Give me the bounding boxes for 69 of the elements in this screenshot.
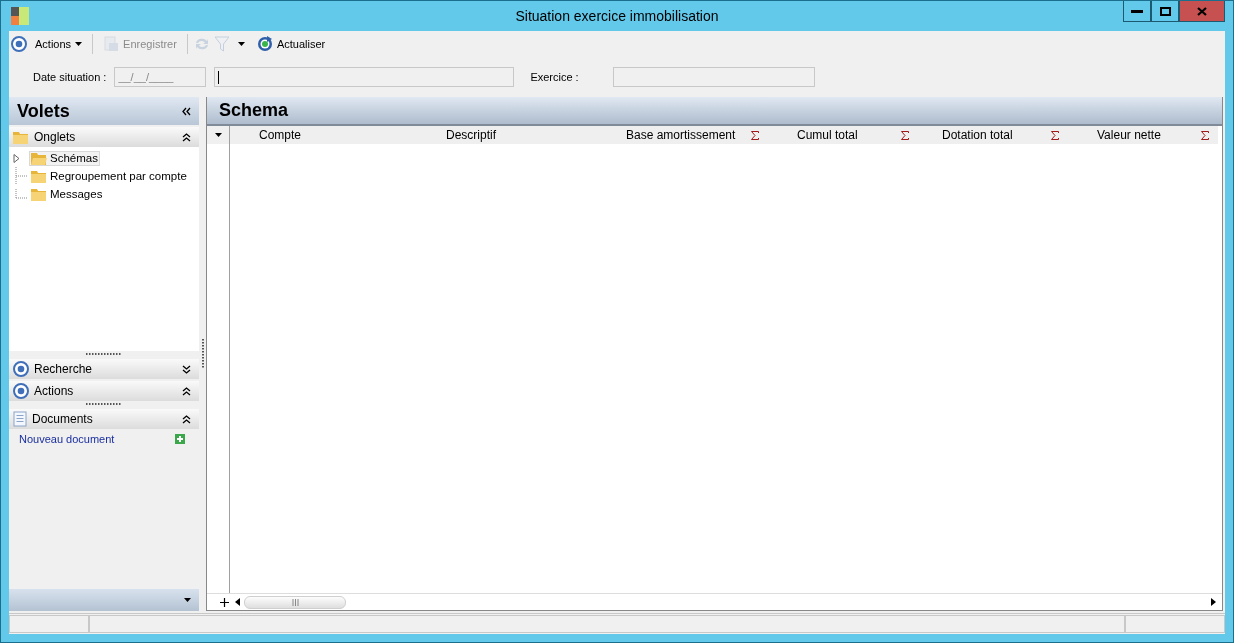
column-header[interactable]: Descriptif <box>420 126 600 144</box>
grip-icon <box>291 598 299 606</box>
collapse-icon[interactable] <box>182 106 191 116</box>
column-header[interactable]: Valeur nette <box>1065 126 1215 144</box>
column-header[interactable]: Dotation total <box>915 126 1065 144</box>
actions-menu[interactable]: Actions <box>31 36 87 52</box>
panel-header[interactable]: Recherche <box>9 359 199 379</box>
caret-icon <box>237 42 245 46</box>
column-title: Valeur nette <box>1097 128 1161 142</box>
panel-title: Schema <box>219 100 289 121</box>
panel-title: Documents <box>32 412 93 426</box>
close-button[interactable] <box>1179 1 1225 22</box>
folder-icon <box>13 130 29 144</box>
folder-icon <box>31 187 47 201</box>
expander-icon[interactable] <box>13 153 21 163</box>
maximize-button[interactable] <box>1151 1 1179 22</box>
sum-icon[interactable] <box>1201 130 1209 140</box>
sum-icon[interactable] <box>1051 130 1059 140</box>
collapse-icon[interactable] <box>182 132 191 142</box>
reload-icon <box>256 36 273 52</box>
exercice-field[interactable] <box>612 67 815 87</box>
scroll-left-icon[interactable] <box>235 598 240 606</box>
collapse-icon[interactable] <box>182 386 191 396</box>
caret-icon <box>75 42 83 46</box>
tree-item[interactable]: Messages <box>29 186 105 202</box>
panel-header[interactable]: Onglets <box>9 127 199 147</box>
target-icon <box>13 383 29 399</box>
scroll-right-icon[interactable] <box>1211 598 1216 606</box>
folder-icon <box>31 169 47 183</box>
column-title: Base amortissement <box>626 128 736 142</box>
maximize-icon <box>1159 6 1171 16</box>
panel-title: Recherche <box>34 362 93 376</box>
toolbar-button[interactable]: Actualiser <box>252 34 330 54</box>
collapse-icon[interactable] <box>182 414 191 424</box>
minimize-button[interactable] <box>1123 1 1151 22</box>
input-field[interactable] <box>214 67 515 87</box>
field-label: Date situation : <box>33 71 107 83</box>
save-icon <box>103 36 120 52</box>
open-folder-icon <box>31 151 47 165</box>
expand-icon[interactable] <box>182 364 191 374</box>
sum-icon[interactable] <box>751 130 759 140</box>
add-icon[interactable] <box>220 597 229 607</box>
caret-icon <box>184 598 191 602</box>
new-document-link[interactable]: Nouveau document <box>19 433 115 445</box>
column-title: Cumul total <box>797 128 858 142</box>
panel-header[interactable]: Documents <box>9 409 199 429</box>
tree-item[interactable]: Regroupement par compte <box>29 168 189 184</box>
column-header[interactable]: Compte <box>230 126 420 144</box>
document-icon <box>13 411 27 427</box>
column-title: Compte <box>259 128 302 142</box>
column-title: Dotation total <box>942 128 1013 142</box>
panel-title: Onglets <box>34 130 76 144</box>
field-label: Exercice : <box>530 71 579 83</box>
panel-title: Volets <box>17 100 70 122</box>
splitter-grip[interactable] <box>201 339 204 369</box>
column-title: Descriptif <box>446 128 496 142</box>
target-icon <box>13 361 29 377</box>
close-icon <box>1197 6 1207 16</box>
panel-title: Actions <box>34 384 74 398</box>
tree-item[interactable]: Schémas <box>29 150 100 166</box>
caret-icon <box>214 133 222 137</box>
panel-header[interactable]: Actions <box>9 381 199 401</box>
window-title: Situation exercice immobilisation <box>515 8 719 24</box>
sum-icon[interactable] <box>901 130 909 140</box>
minimize-icon <box>1131 9 1143 13</box>
app-icon <box>11 7 29 25</box>
target-icon <box>11 36 27 52</box>
column-header[interactable]: Cumul total <box>765 126 915 144</box>
column-header[interactable]: Base amortissement <box>600 126 765 144</box>
